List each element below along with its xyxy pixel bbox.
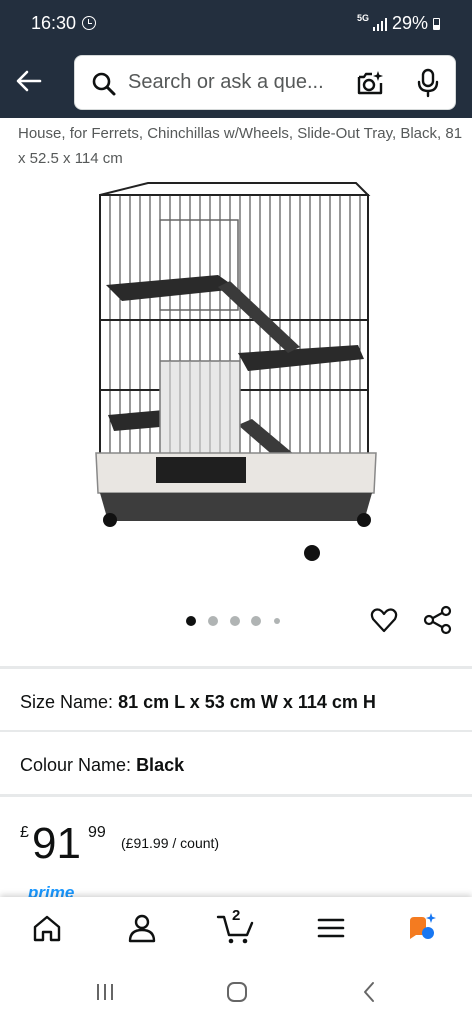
divider (0, 666, 472, 669)
network-type: 5G (357, 13, 370, 23)
unit-price: (£91.99 / count) (121, 835, 220, 851)
divider (0, 794, 472, 797)
account-icon[interactable] (126, 911, 158, 945)
carousel-dot-2[interactable] (208, 616, 218, 626)
price-currency: £ (20, 824, 29, 841)
carousel-dot-1[interactable] (186, 616, 196, 626)
colour-value: Black (136, 755, 185, 775)
size-row[interactable]: Size Name: 81 cm L x 53 cm W x 114 cm H (20, 692, 376, 713)
carousel-dot-5[interactable] (274, 618, 280, 624)
recent-apps-icon[interactable] (93, 980, 117, 1004)
status-bar: 16:30 5G 29% (0, 0, 472, 50)
camera-search-icon[interactable] (355, 68, 385, 98)
size-label: Size Name: (20, 692, 114, 712)
product-title[interactable]: House, for Ferrets, Chinchillas w/Wheels… (18, 121, 463, 171)
alarm-clock-icon (82, 16, 96, 30)
price-fraction: 99 (88, 824, 106, 841)
cart-count: 2 (232, 907, 241, 924)
search-bar[interactable]: Search or ask a que... (74, 55, 456, 110)
status-time: 16:30 (31, 13, 77, 33)
rufus-ai-icon[interactable] (406, 911, 438, 945)
system-nav-bar (0, 962, 472, 1024)
search-input[interactable]: Search or ask a que... (128, 71, 324, 94)
colour-label: Colour Name: (20, 755, 132, 775)
carousel-dot-4[interactable] (251, 616, 261, 626)
image-carousel-dots[interactable] (186, 614, 296, 628)
back-arrow-icon[interactable] (14, 66, 44, 96)
heart-icon[interactable] (369, 605, 399, 635)
product-image[interactable] (88, 175, 388, 570)
search-icon (92, 72, 116, 96)
menu-icon[interactable] (315, 911, 347, 945)
colour-row[interactable]: Colour Name: Black (20, 755, 184, 776)
battery-percent: 29% (392, 13, 429, 33)
back-button-icon[interactable] (358, 980, 382, 1004)
price-whole: 91 (32, 819, 81, 868)
divider (0, 730, 472, 732)
signal-strength-icon (373, 18, 387, 31)
size-value: 81 cm L x 53 cm W x 114 cm H (118, 692, 376, 712)
carousel-dot-3[interactable] (230, 616, 240, 626)
microphone-icon[interactable] (415, 68, 441, 98)
home-icon[interactable] (31, 911, 63, 945)
app-header: Search or ask a que... (0, 50, 472, 118)
share-icon[interactable] (423, 605, 453, 635)
battery-icon (433, 18, 440, 30)
bottom-nav: 2 (0, 897, 472, 962)
cart-button[interactable]: 2 (216, 907, 256, 945)
home-button-icon[interactable] (225, 980, 249, 1004)
price-block: £ 91 99 (£91.99 / count) (20, 818, 420, 878)
